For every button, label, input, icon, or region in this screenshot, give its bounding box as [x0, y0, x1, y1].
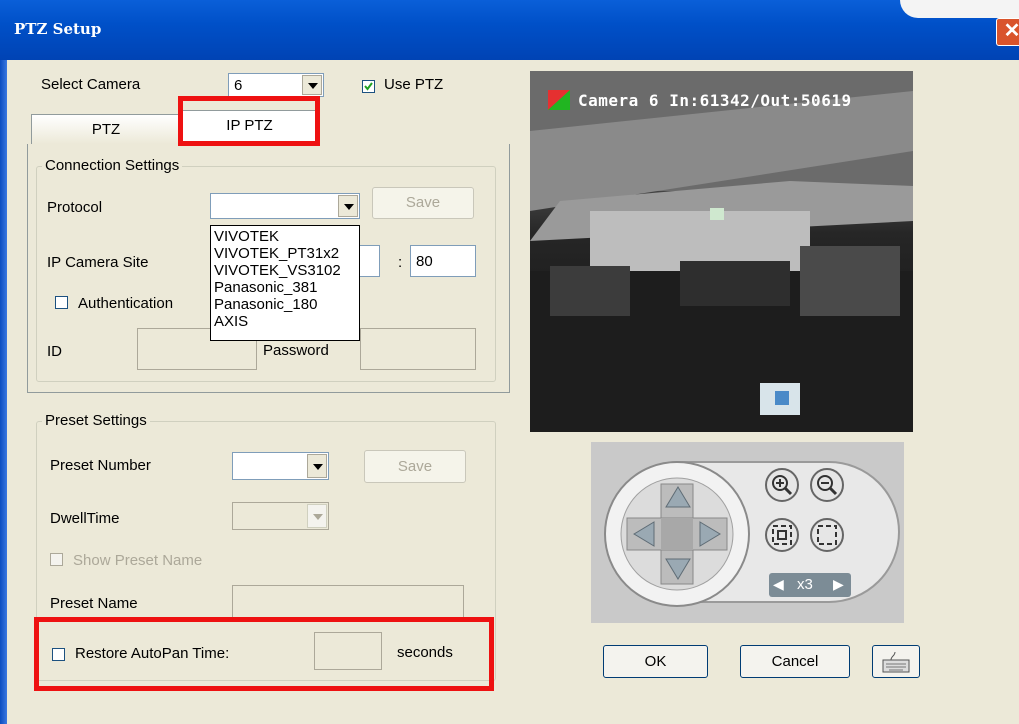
- zoom-in-button[interactable]: [764, 467, 800, 503]
- use-ptz-checkbox[interactable]: [362, 80, 375, 93]
- authentication-checkbox[interactable]: [55, 296, 68, 309]
- close-button[interactable]: ✕: [996, 18, 1019, 46]
- authentication-label: Authentication: [78, 295, 174, 312]
- speed-decrease-icon[interactable]: ◀: [773, 576, 784, 593]
- pan-right-button[interactable]: [695, 519, 725, 549]
- highlight-box-tab: [178, 96, 320, 146]
- camera-overlay-text: Camera 6 In:61342/Out:50619: [578, 91, 852, 110]
- preset-name-input[interactable]: [232, 585, 464, 619]
- id-label: ID: [47, 343, 62, 360]
- port-value: 80: [416, 253, 433, 270]
- speed-increase-icon[interactable]: ▶: [833, 576, 844, 593]
- protocol-option[interactable]: VIVOTEK_PT31x2: [211, 245, 359, 262]
- keyboard-icon: [882, 651, 910, 673]
- speed-control[interactable]: ◀ x3 ▶: [769, 573, 851, 597]
- preset-number-combo[interactable]: [232, 452, 329, 480]
- window-title: PTZ Setup: [14, 20, 102, 38]
- chevron-down-icon: [313, 464, 323, 470]
- ok-button[interactable]: OK: [603, 645, 708, 678]
- pan-left-button[interactable]: [629, 519, 659, 549]
- title-bar[interactable]: [0, 0, 1019, 60]
- camera-video-view[interactable]: [530, 71, 913, 432]
- password-input[interactable]: [360, 328, 476, 370]
- focus-in-icon: [765, 518, 799, 552]
- protocol-option[interactable]: Panasonic_381: [211, 279, 359, 296]
- port-separator: :: [398, 254, 403, 271]
- protocol-option[interactable]: AXIS: [211, 313, 359, 330]
- office-scene-image: [530, 71, 913, 432]
- preset-settings-legend: Preset Settings: [42, 412, 150, 429]
- focus-far-button[interactable]: [809, 517, 845, 553]
- preset-name-label: Preset Name: [50, 595, 138, 612]
- password-label: Password: [263, 342, 329, 359]
- chevron-down-icon: [344, 204, 354, 210]
- protocol-dropdown-list[interactable]: VIVOTEK VIVOTEK_PT31x2 VIVOTEK_VS3102 Pa…: [210, 225, 360, 341]
- dropdown-button[interactable]: [302, 75, 322, 95]
- chevron-down-icon: [313, 514, 323, 520]
- zoom-out-icon: [810, 468, 844, 502]
- protocol-option[interactable]: Panasonic_180: [211, 296, 359, 313]
- select-camera-combo[interactable]: 6: [228, 73, 324, 97]
- port-input[interactable]: 80: [410, 245, 476, 277]
- focus-out-icon: [810, 518, 844, 552]
- dropdown-button[interactable]: [307, 454, 327, 478]
- cancel-button[interactable]: Cancel: [740, 645, 850, 678]
- speed-value: x3: [797, 576, 813, 593]
- dropdown-button[interactable]: [307, 504, 327, 528]
- pan-down-button[interactable]: [663, 554, 693, 584]
- highlight-box-autopan: [34, 617, 494, 691]
- connection-settings-legend: Connection Settings: [42, 157, 183, 174]
- zoom-out-button[interactable]: [809, 467, 845, 503]
- dwell-time-label: DwellTime: [50, 510, 120, 527]
- show-preset-name-checkbox[interactable]: [50, 553, 63, 566]
- protocol-label: Protocol: [47, 199, 103, 216]
- ptz-control-panel: ◀ x3 ▶: [591, 442, 904, 623]
- tab-ptz-label: PTZ: [91, 121, 121, 138]
- preset-number-label: Preset Number: [50, 457, 151, 474]
- zoom-in-icon: [765, 468, 799, 502]
- preset-save-button[interactable]: Save: [364, 450, 466, 483]
- chevron-down-icon: [308, 83, 318, 89]
- ip-camera-site-label: IP Camera Site: [47, 254, 149, 271]
- tab-ptz[interactable]: PTZ: [31, 114, 181, 144]
- select-camera-value: 6: [234, 77, 243, 94]
- select-camera-label: Select Camera: [41, 76, 141, 93]
- connection-save-button[interactable]: Save: [372, 187, 474, 219]
- use-ptz-label: Use PTZ: [384, 76, 444, 93]
- camera-status-icon: [548, 90, 570, 110]
- dropdown-button[interactable]: [338, 195, 358, 217]
- title-bar-corner: [900, 0, 1019, 18]
- protocol-option[interactable]: VIVOTEK: [211, 228, 359, 245]
- show-preset-name-label: Show Preset Name: [73, 552, 203, 569]
- pan-up-button[interactable]: [663, 482, 693, 512]
- protocol-combo[interactable]: [210, 193, 360, 219]
- dwell-time-combo[interactable]: [232, 502, 329, 530]
- checkmark-icon: [364, 82, 373, 91]
- keyboard-button[interactable]: [872, 645, 920, 678]
- protocol-option[interactable]: VIVOTEK_VS3102: [211, 262, 359, 279]
- focus-near-button[interactable]: [764, 517, 800, 553]
- window-border: [0, 60, 7, 724]
